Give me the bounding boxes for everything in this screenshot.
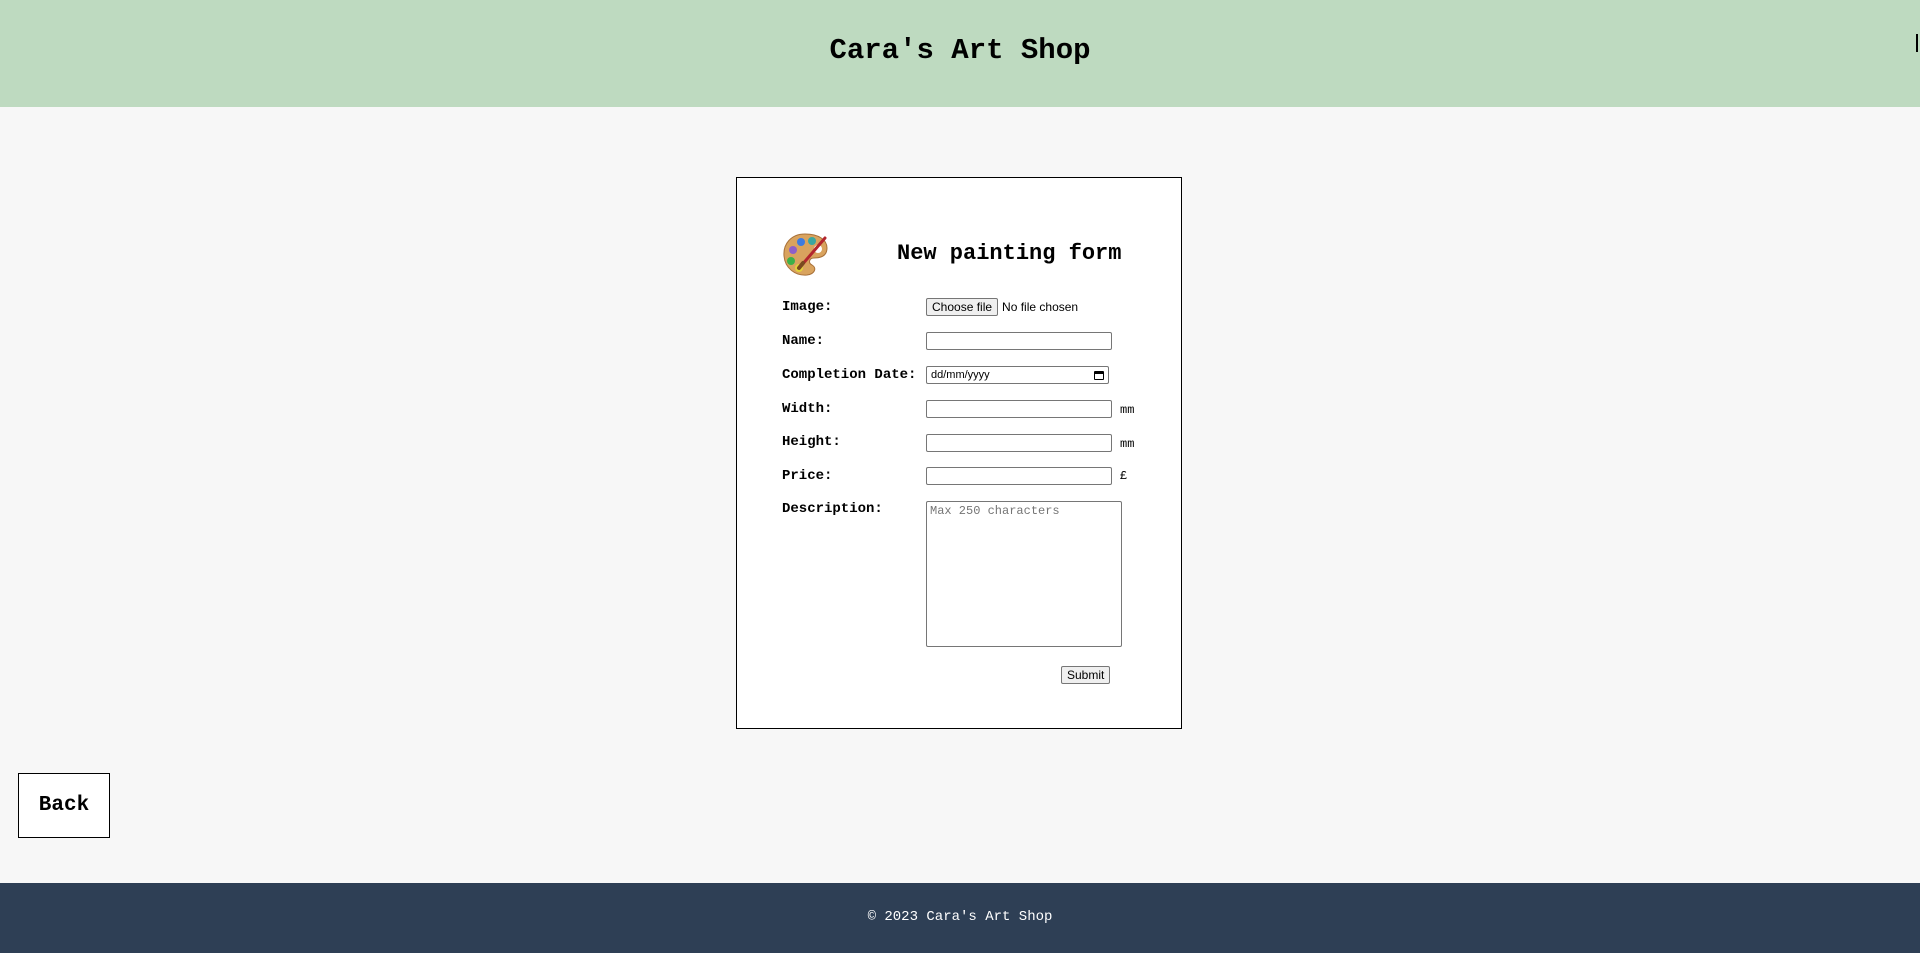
- width-label: Width:: [782, 401, 833, 417]
- price-unit: £: [1120, 469, 1128, 483]
- page: Cara's Art Shop New painting form Image:…: [0, 0, 1920, 953]
- width-input[interactable]: [926, 400, 1112, 418]
- site-footer: © 2023 Cara's Art Shop: [0, 883, 1920, 953]
- form-title: New painting form: [897, 241, 1122, 266]
- price-label: Price:: [782, 468, 833, 484]
- completion-date-label: Completion Date:: [782, 367, 917, 383]
- name-input[interactable]: [926, 332, 1112, 350]
- height-input[interactable]: [926, 434, 1112, 452]
- image-file-input: Choose file No file chosen: [926, 298, 1078, 316]
- calendar-icon[interactable]: [1094, 370, 1104, 380]
- file-status-text: No file chosen: [1002, 300, 1079, 314]
- name-label: Name:: [782, 333, 825, 349]
- new-painting-form: New painting form Image: Choose file No …: [736, 177, 1182, 729]
- width-unit: mm: [1120, 403, 1135, 417]
- height-unit: mm: [1120, 437, 1135, 451]
- height-label: Height:: [782, 434, 841, 450]
- submit-button[interactable]: Submit: [1061, 666, 1111, 684]
- completion-date-input[interactable]: dd/mm/yyyy: [926, 366, 1109, 384]
- site-header: Cara's Art Shop: [0, 0, 1920, 107]
- artist-palette-icon: [783, 233, 828, 276]
- choose-file-button[interactable]: Choose file: [926, 298, 999, 316]
- footer-copyright: © 2023 Cara's Art Shop: [867, 909, 1053, 925]
- text-cursor-icon: [1916, 34, 1918, 52]
- site-title: Cara's Art Shop: [829, 34, 1091, 67]
- date-placeholder: dd/mm/yyyy: [931, 369, 990, 381]
- image-label: Image:: [782, 299, 833, 315]
- description-label: Description:: [782, 501, 883, 517]
- back-button[interactable]: Back: [18, 773, 110, 838]
- description-textarea[interactable]: [926, 501, 1122, 647]
- price-input[interactable]: [926, 467, 1112, 485]
